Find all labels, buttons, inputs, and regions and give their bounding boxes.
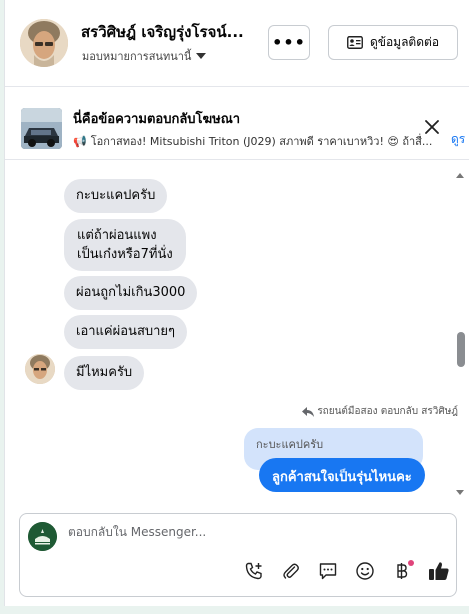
more-icon: ••• <box>272 33 306 52</box>
incoming-message: ผ่อนถูกไม่เกิน3000 <box>64 276 198 310</box>
scrollbar-thumb[interactable] <box>457 332 465 367</box>
reply-context-text: รถยนต์มือสอง ตอบกลับ สรวิศิษฎ์ <box>317 406 458 417</box>
caret-down-icon <box>196 53 207 59</box>
message-line: เป็นเก๋งหรือ7ที่นั่ง <box>77 247 173 262</box>
ad-preview-content: โอกาสทอง! Mitsubishi Triton (J029) สภาพด… <box>90 135 433 148</box>
incoming-message: มีไหมครับ <box>64 356 145 390</box>
contact-info-label: ดูข้อมูลติดต่อ <box>369 35 440 49</box>
more-options-button[interactable]: ••• <box>268 25 310 60</box>
paperclip-icon[interactable] <box>279 559 303 583</box>
message-composer <box>19 513 457 597</box>
sender-avatar[interactable] <box>25 354 55 384</box>
smile-icon[interactable] <box>353 559 377 583</box>
ad-preview-text: 📢 โอกาสทอง! Mitsubishi Triton (J029) สภาพ… <box>73 132 448 150</box>
baht-icon[interactable] <box>390 559 414 583</box>
ad-banner-title: นี่คือข้อความตอบกลับโฆษณา <box>73 112 241 127</box>
message-thread: กะบะแคปครับ แต่ถ้าผ่อนแพง เป็นเก๋งหรือ7ท… <box>5 162 469 506</box>
conversation-header: สรวิศิษฎ์ เจริญรุ่งโรจน์... มอบหมายการสน… <box>5 0 469 87</box>
message-input[interactable] <box>68 525 368 539</box>
thumbs-up-icon[interactable] <box>427 559 451 583</box>
ad-reply-banner: นี่คือข้อความตอบกลับโฆษณา 📢 โอกาสทอง! Mit… <box>5 88 469 160</box>
assign-conversation-dropdown[interactable]: มอบหมายการสนทนานี้ <box>82 47 207 65</box>
incoming-message: แต่ถ้าผ่อนแพง เป็นเก๋งหรือ7ที่นั่ง <box>64 219 186 271</box>
page-avatar <box>28 522 57 551</box>
chat-bubble-icon[interactable] <box>316 559 340 583</box>
conversation-panel: สรวิศิษฎ์ เจริญรุ่งโรจน์... มอบหมายการสน… <box>4 0 469 606</box>
scroll-up-arrow-icon[interactable] <box>456 173 464 178</box>
incoming-message: กะบะแคปครับ <box>64 179 168 213</box>
assign-label: มอบหมายการสนทนานี้ <box>82 50 192 63</box>
reply-context-note: รถยนต์มือสอง ตอบกลับ สรวิศิษฎ์ <box>302 404 458 419</box>
see-ad-link[interactable]: ดูร <box>451 130 465 149</box>
contact-avatar[interactable] <box>20 19 68 67</box>
view-contact-info-button[interactable]: ดูข้อมูลติดต่อ <box>328 25 458 60</box>
contact-name: สรวิศิษฎ์ เจริญรุ่งโรจน์... <box>81 23 244 41</box>
scroll-down-arrow-icon[interactable] <box>456 490 464 495</box>
close-icon[interactable] <box>423 118 441 136</box>
ad-thumbnail[interactable] <box>21 108 62 149</box>
contact-card-icon <box>347 36 363 49</box>
call-add-icon[interactable] <box>242 559 266 583</box>
notification-dot <box>408 560 414 566</box>
reply-arrow-icon <box>302 406 315 417</box>
incoming-message: เอาแค่ผ่อนสบายๆ <box>64 315 188 349</box>
megaphone-icon: 📢 <box>73 135 87 148</box>
outgoing-message: ลูกค้าสนใจเป็นรุ่นไหนคะ <box>259 458 425 492</box>
composer-toolbar <box>242 559 451 583</box>
message-line: แต่ถ้าผ่อนแพง <box>77 228 157 243</box>
